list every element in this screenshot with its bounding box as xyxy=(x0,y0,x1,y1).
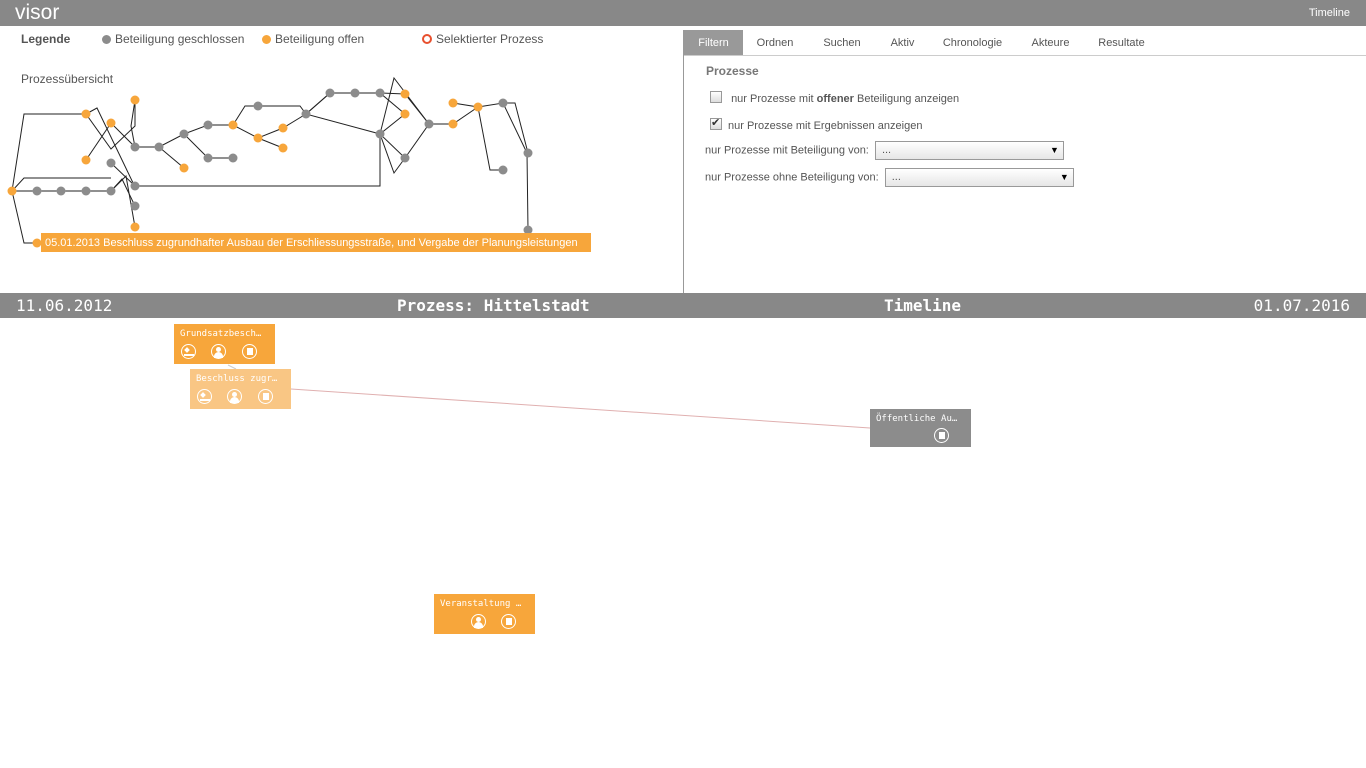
without-participation-filter: nur Prozesse ohne Beteiligung von: ... ▼ xyxy=(705,168,1074,187)
tab-chronologie[interactable]: Chronologie xyxy=(936,30,1009,55)
person-icon[interactable] xyxy=(211,344,226,359)
process-title: Prozess: Hittelstadt xyxy=(397,296,590,315)
timeline-card-beschluss[interactable]: Beschluss zugr… xyxy=(190,369,291,409)
with-participation-filter: nur Prozesse mit Beteiligung von: ... ▼ xyxy=(705,141,1064,160)
legend-item-closed: Beteiligung geschlossen xyxy=(102,32,244,46)
person-icon[interactable] xyxy=(471,614,486,629)
legend-item-open: Beteiligung offen xyxy=(262,32,364,46)
dropdown-arrow-icon: ▼ xyxy=(1059,172,1069,182)
without-participation-select[interactable]: ... ▼ xyxy=(884,168,1074,187)
timeline-end-date: 01.07.2016 xyxy=(1253,296,1350,315)
filter-panel: Filtern Ordnen Suchen Aktiv Chronologie … xyxy=(684,30,1366,293)
timeline-header: 11.06.2012 Prozess: Hittelstadt Timeline… xyxy=(0,293,1366,318)
document-icon[interactable] xyxy=(258,389,273,404)
person-icon[interactable] xyxy=(227,389,242,404)
tab-akteure[interactable]: Akteure xyxy=(1024,30,1077,55)
timeline-card-oeffentliche[interactable]: Öffentliche Au… xyxy=(870,409,971,447)
process-network[interactable]: 05.01.2013 Beschluss zugrundhafter Ausba… xyxy=(0,66,683,293)
nav-link-timeline[interactable]: Timeline xyxy=(1309,7,1350,19)
dropdown-arrow-icon: ▼ xyxy=(1050,145,1059,155)
gavel-icon[interactable] xyxy=(181,344,196,359)
top-bar: visor Timeline xyxy=(0,0,1366,26)
timeline-start-date: 11.06.2012 xyxy=(16,296,113,315)
results-checkbox[interactable] xyxy=(710,116,722,130)
node-tooltip-text: 05.01.2013 Beschluss zugrundhafter Ausba… xyxy=(45,237,578,249)
connection-line xyxy=(290,388,871,429)
legend-title: Legende xyxy=(21,32,71,46)
closed-dot-icon xyxy=(102,35,111,44)
tab-resultate[interactable]: Resultate xyxy=(1092,30,1151,55)
filter-section-title: Prozesse xyxy=(706,64,759,78)
gavel-icon[interactable] xyxy=(197,389,212,404)
tab-suchen[interactable]: Suchen xyxy=(813,30,871,55)
view-mode-label: Timeline xyxy=(884,296,962,315)
open-participation-checkbox[interactable] xyxy=(710,91,722,103)
legend-item-selected: Selektierter Prozess xyxy=(422,32,543,46)
selected-ring-icon xyxy=(422,34,432,44)
open-nodes xyxy=(7,89,483,248)
document-icon[interactable] xyxy=(242,344,257,359)
overview-panel: Legende Beteiligung geschlossen Beteilig… xyxy=(0,26,683,293)
tab-ordnen[interactable]: Ordnen xyxy=(746,30,804,55)
document-icon[interactable] xyxy=(934,428,949,443)
open-participation-filter[interactable]: nur Prozesse mit offener Beteiligung anz… xyxy=(710,91,959,105)
timeline-canvas: Grundsatzbesch… Beschluss zugr… Öffentli… xyxy=(0,318,1366,768)
closed-nodes xyxy=(32,88,533,235)
results-filter[interactable]: nur Prozesse mit Ergebnissen anzeigen xyxy=(710,116,922,132)
tab-filtern[interactable]: Filtern xyxy=(684,30,743,55)
app-title: visor xyxy=(15,1,60,24)
with-participation-select[interactable]: ... ▼ xyxy=(874,141,1064,160)
document-icon[interactable] xyxy=(501,614,516,629)
timeline-card-veranstaltung[interactable]: Veranstaltung … xyxy=(434,594,535,634)
timeline-card-grundsatzbeschluss[interactable]: Grundsatzbesch… xyxy=(174,324,275,364)
tab-bar: Filtern Ordnen Suchen Aktiv Chronologie … xyxy=(684,30,1366,56)
open-dot-icon xyxy=(262,35,271,44)
tab-aktiv[interactable]: Aktiv xyxy=(876,30,929,55)
